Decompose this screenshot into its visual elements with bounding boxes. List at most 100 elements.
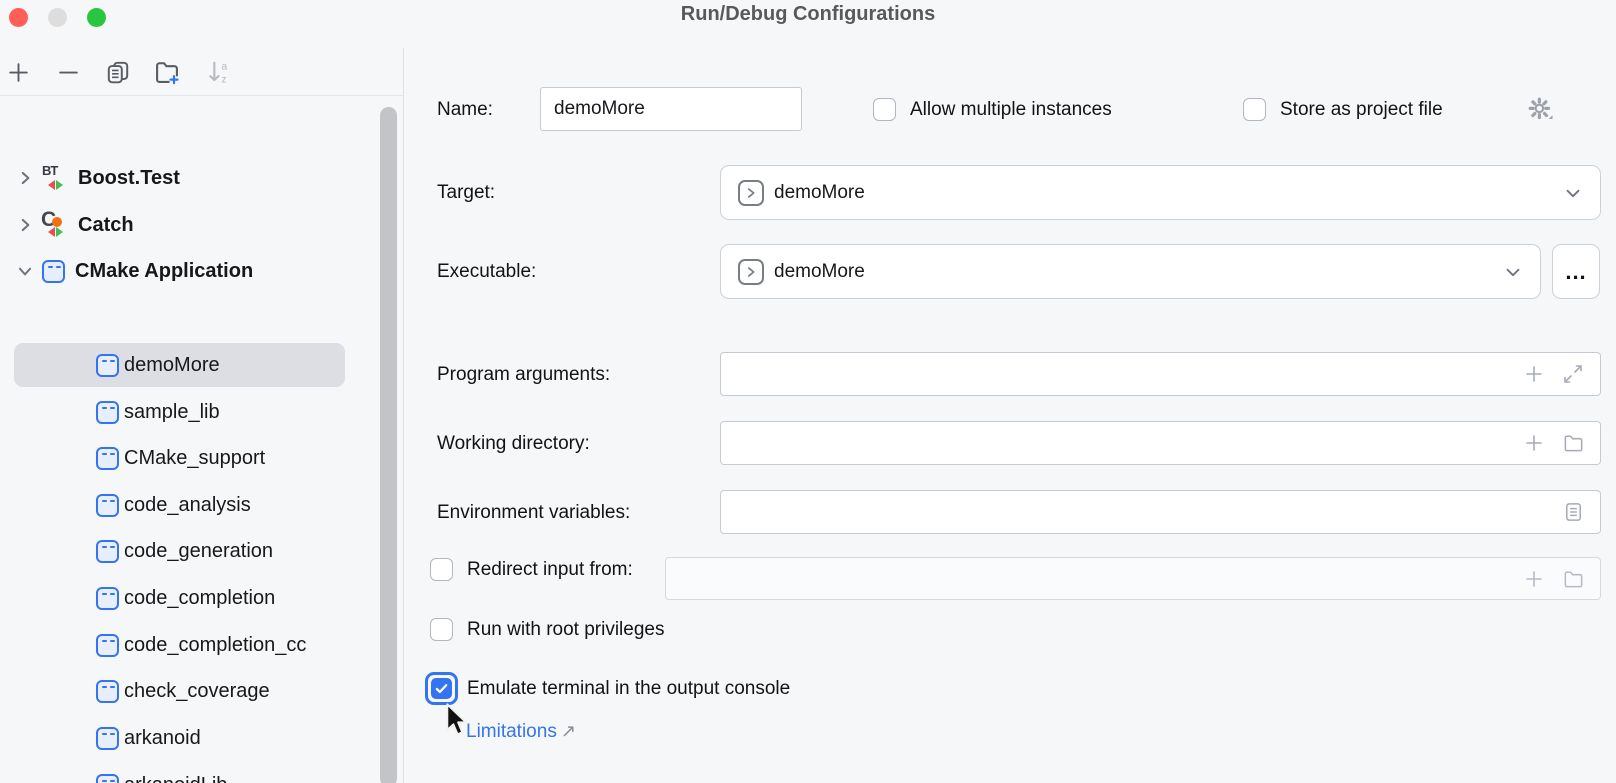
gear-icon[interactable]	[1525, 94, 1555, 124]
name-value: demoMore	[541, 98, 645, 120]
executable-browse-button[interactable]: ...	[1552, 244, 1600, 299]
tree-item-label: code_completion	[124, 587, 275, 610]
run-root-privileges-label: Run with root privileges	[467, 619, 664, 641]
tree-item-label: demoMore	[124, 354, 220, 377]
sidebar-scrollbar[interactable]	[380, 107, 397, 783]
tree-item-label: arkanoid	[124, 727, 201, 750]
run-target-icon	[738, 259, 764, 285]
cmake-application-icon	[96, 494, 119, 517]
allow-multiple-instances-checkbox[interactable]	[873, 98, 896, 121]
tree-group-label: Boost.Test	[78, 167, 180, 190]
tree-item-code-generation[interactable]: code_generation	[0, 529, 404, 573]
configurations-tree: BT Boost.Test C Catch CMake	[0, 98, 404, 783]
configurations-toolbar: a z	[0, 48, 404, 96]
boost-test-icon: BT	[42, 165, 68, 191]
cmake-application-icon	[96, 680, 119, 703]
folder-icon[interactable]	[1562, 432, 1585, 455]
configuration-form: Name: demoMore Allow multiple instances …	[405, 48, 1616, 783]
tree-group-boost-test[interactable]: BT Boost.Test	[0, 156, 404, 200]
cmake-application-icon	[96, 401, 119, 424]
executable-value: demoMore	[764, 261, 865, 283]
tree-item-arkanoidLib[interactable]: arkanoidLib	[0, 763, 404, 783]
redirect-input-checkbox[interactable]	[430, 558, 453, 581]
chevron-down-icon	[1562, 182, 1584, 204]
cmake-application-icon	[42, 260, 65, 283]
environment-variables-label: Environment variables:	[437, 502, 630, 524]
executable-label: Executable:	[437, 261, 536, 283]
copy-configuration-icon[interactable]	[104, 58, 132, 86]
tree-group-label: CMake Application	[75, 260, 253, 283]
cmake-application-icon	[96, 540, 119, 563]
tree-item-code-completion-cc[interactable]: code_completion_cc	[0, 623, 404, 667]
run-debug-configurations-dialog: Run/Debug Configurations	[0, 0, 1616, 783]
program-arguments-input[interactable]	[720, 352, 1601, 396]
tree-item-code-analysis[interactable]: code_analysis	[0, 483, 404, 527]
allow-multiple-instances-label: Allow multiple instances	[910, 99, 1112, 121]
add-configuration-icon[interactable]	[4, 58, 32, 86]
mouse-cursor	[442, 703, 472, 739]
program-arguments-label: Program arguments:	[437, 364, 610, 386]
sort-configurations-icon[interactable]: a z	[205, 58, 233, 86]
tree-item-label: code_analysis	[124, 494, 251, 517]
external-link-icon: ↗	[557, 721, 576, 741]
remove-configuration-icon[interactable]	[54, 58, 82, 86]
expand-icon[interactable]	[1562, 363, 1584, 385]
tree-group-label: Catch	[78, 214, 134, 237]
tree-item-check-coverage[interactable]: check_coverage	[0, 669, 404, 713]
cmake-application-icon	[96, 354, 119, 377]
add-icon[interactable]	[1524, 364, 1544, 384]
target-value: demoMore	[764, 182, 865, 204]
tree-item-code-completion[interactable]: code_completion	[0, 576, 404, 620]
chevron-down-icon[interactable]	[16, 262, 42, 280]
tree-item-demoMore[interactable]: demoMore	[0, 343, 404, 387]
new-folder-icon[interactable]	[153, 58, 181, 86]
store-as-project-file-label: Store as project file	[1280, 99, 1443, 121]
emulate-terminal-label: Emulate terminal in the output console	[467, 678, 790, 700]
tree-item-label: arkanoidLib	[124, 774, 227, 783]
cmake-application-icon	[96, 774, 119, 783]
tree-item-cmake-support[interactable]: CMake_support	[0, 436, 404, 480]
window-title: Run/Debug Configurations	[0, 3, 1616, 26]
tree-item-label: check_coverage	[124, 680, 270, 703]
tree-item-label: code_generation	[124, 540, 273, 563]
limitations-link[interactable]: Limitations↗	[466, 721, 576, 743]
cmake-application-icon	[96, 634, 119, 657]
svg-text:z: z	[221, 74, 226, 86]
tree-item-label: code_completion_cc	[124, 634, 306, 657]
target-select[interactable]: demoMore	[720, 165, 1601, 220]
chevron-right-icon[interactable]	[16, 169, 42, 187]
cmake-application-icon	[96, 727, 119, 750]
run-root-privileges-checkbox[interactable]	[430, 618, 453, 641]
tree-item-sample-lib[interactable]: sample_lib	[0, 390, 404, 434]
chevron-down-icon	[1502, 261, 1524, 283]
catch-icon: C	[42, 212, 68, 238]
name-input[interactable]: demoMore	[540, 87, 802, 131]
tree-group-catch[interactable]: C Catch	[0, 203, 404, 247]
cmake-application-icon	[96, 587, 119, 610]
environment-variables-input[interactable]	[720, 490, 1601, 534]
tree-item-label: sample_lib	[124, 401, 220, 424]
emulate-terminal-checkbox[interactable]	[425, 672, 458, 705]
tree-group-cmake-application[interactable]: CMake Application	[0, 249, 404, 293]
tree-item-arkanoid[interactable]: arkanoid	[0, 716, 404, 760]
add-icon[interactable]	[1524, 569, 1544, 589]
list-icon[interactable]	[1562, 501, 1585, 524]
cmake-application-icon	[96, 447, 119, 470]
tree-item-label: CMake_support	[124, 447, 265, 470]
working-directory-label: Working directory:	[437, 433, 590, 455]
target-label: Target:	[437, 182, 495, 204]
svg-text:a: a	[221, 61, 227, 73]
name-label: Name:	[437, 99, 493, 121]
add-icon[interactable]	[1524, 433, 1544, 453]
chevron-right-icon[interactable]	[16, 216, 42, 234]
configurations-sidebar: a z BT Boost.Test	[0, 48, 404, 783]
executable-select[interactable]: demoMore	[720, 244, 1541, 299]
working-directory-input[interactable]	[720, 421, 1601, 465]
limitations-link-label: Limitations	[466, 721, 557, 742]
folder-icon[interactable]	[1562, 567, 1585, 590]
checkmark-icon	[431, 678, 452, 699]
run-target-icon	[738, 180, 764, 206]
redirect-input-path-input[interactable]	[665, 557, 1601, 600]
redirect-input-label: Redirect input from:	[467, 559, 633, 581]
store-as-project-file-checkbox[interactable]	[1243, 98, 1266, 121]
